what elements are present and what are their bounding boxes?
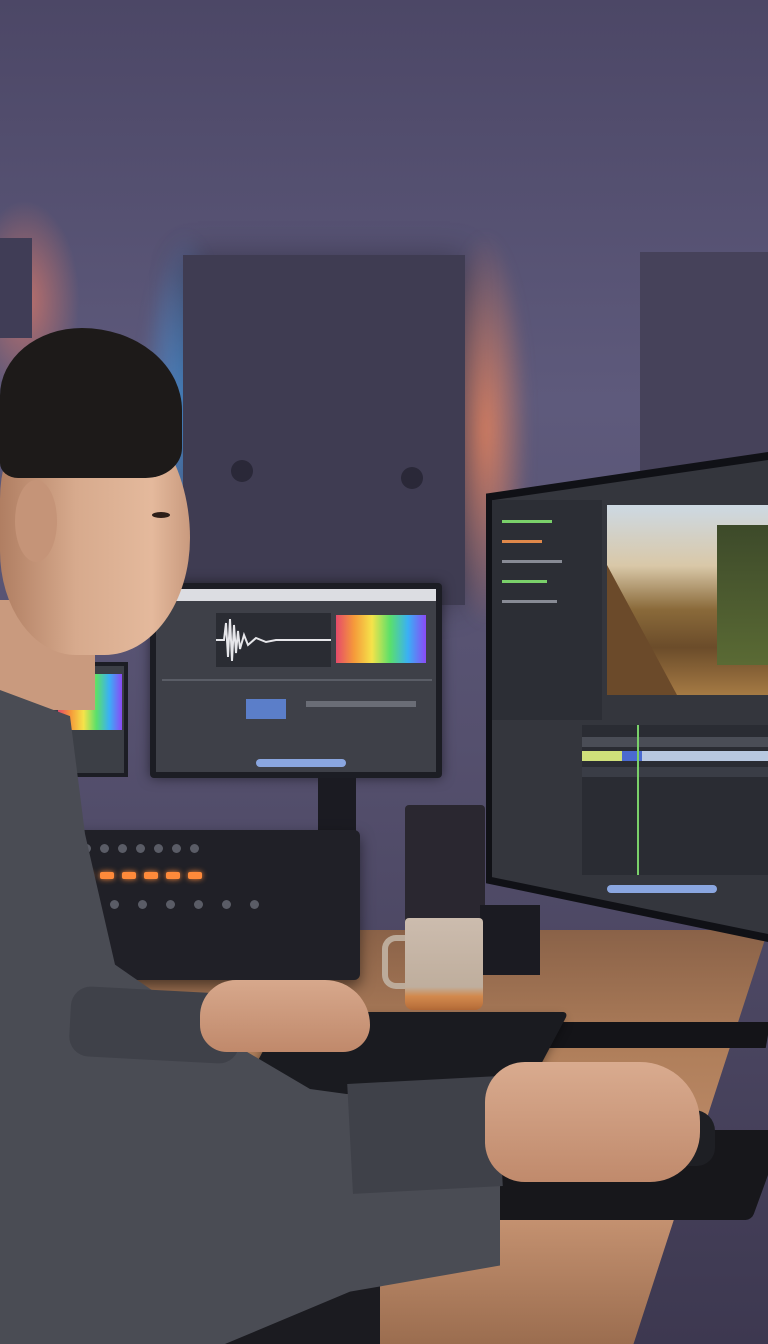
mixer-fader <box>222 900 231 909</box>
timeline-track <box>582 737 768 747</box>
monitor-stand <box>318 778 356 838</box>
timeline-clip <box>642 751 768 761</box>
panel-item <box>502 560 562 563</box>
mug-icon <box>405 918 483 1010</box>
hillside <box>607 565 677 695</box>
person-ear <box>15 480 57 562</box>
mixer-fader <box>250 900 259 909</box>
track-divider <box>162 679 432 681</box>
timeline-clip <box>622 751 642 761</box>
audio-editor-titlebar <box>156 589 436 601</box>
main-monitor-stand <box>480 905 540 975</box>
mixer-knob <box>136 844 145 853</box>
mixer-led <box>100 872 114 879</box>
taskbar-icons <box>607 885 717 893</box>
mixer-knob <box>100 844 109 853</box>
video-preview-landscape <box>607 505 768 695</box>
editor-side-panel <box>492 500 602 720</box>
playhead <box>637 725 639 875</box>
audio-editor-screen <box>156 589 436 772</box>
acoustic-panel-left <box>0 238 32 338</box>
audio-clip <box>306 701 416 707</box>
mixer-knob <box>154 844 163 853</box>
audio-clip <box>246 699 286 719</box>
timeline-track <box>582 767 768 777</box>
person-right-arm <box>347 1076 503 1194</box>
mixer-knob <box>118 844 127 853</box>
panel-item <box>502 580 547 583</box>
mixer-led <box>122 872 136 879</box>
panel-item <box>502 520 552 523</box>
audio-waveform-icon <box>216 613 331 667</box>
panel-item <box>502 540 542 543</box>
mixer-fader <box>194 900 203 909</box>
mixer-fader <box>138 900 147 909</box>
person-left-hand <box>200 980 370 1052</box>
panel-speaker-icon <box>231 460 253 482</box>
editor-timeline <box>582 725 768 875</box>
main-monitor <box>486 452 768 942</box>
taskbar-icons <box>256 759 346 767</box>
video-editor-screen <box>492 460 768 934</box>
mixer-fader <box>110 900 119 909</box>
studio-speaker <box>405 805 485 925</box>
color-spectrum-panel <box>336 615 426 663</box>
mixer-led <box>144 872 158 879</box>
person-eye <box>152 512 170 518</box>
photo-scene <box>0 0 768 1344</box>
mixer-fader <box>166 900 175 909</box>
mixer-knob <box>172 844 181 853</box>
center-monitor <box>150 583 442 778</box>
acoustic-panel-center <box>183 255 465 605</box>
acoustic-panel-right <box>640 252 768 472</box>
mixer-console-icon <box>70 830 360 980</box>
trees <box>717 525 768 665</box>
timeline-clip <box>582 751 622 761</box>
mixer-led <box>166 872 180 879</box>
mixer-led <box>188 872 202 879</box>
person-right-hand <box>485 1062 700 1182</box>
panel-item <box>502 600 557 603</box>
mixer-knob <box>190 844 199 853</box>
panel-speaker-icon <box>401 467 423 489</box>
